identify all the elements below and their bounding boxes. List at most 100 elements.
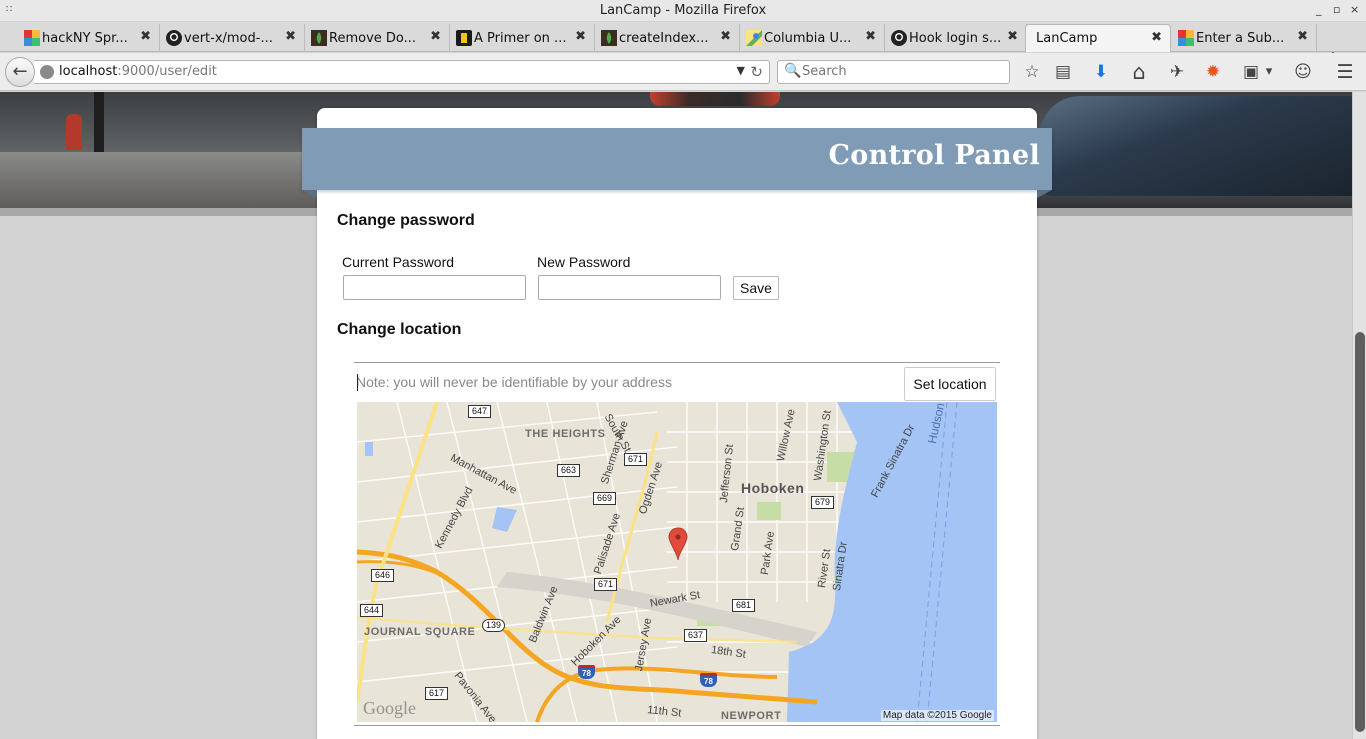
pinwheel-icon (24, 30, 40, 46)
close-window-icon[interactable]: × (1350, 3, 1359, 16)
tab-close-icon[interactable]: ✖ (865, 29, 876, 44)
tab-close-icon[interactable]: ✖ (720, 29, 731, 44)
tab-label: Enter a Sub... (1196, 30, 1285, 46)
github-icon (891, 30, 907, 46)
mongodb-leaf-icon (601, 30, 617, 46)
tab-label: Hook login s... (909, 30, 1002, 46)
route-shield: 637 (684, 629, 708, 642)
search-box[interactable]: 🔍 (777, 60, 1010, 84)
minimize-icon[interactable]: _ (1316, 3, 1322, 16)
tab-hook-login[interactable]: Hook login s... ✖ (885, 24, 1027, 52)
tab-primer[interactable]: A Primer on ... ✖ (450, 24, 595, 52)
emoji-icon[interactable]: ☺ (1293, 62, 1313, 82)
maximize-icon[interactable]: ▫ (1333, 3, 1340, 16)
save-password-button[interactable]: Save (733, 276, 779, 300)
content-layer: Control Panel Change password Current Pa… (0, 92, 1352, 739)
tab-close-icon[interactable]: ✖ (1297, 29, 1308, 44)
tab-close-icon[interactable]: ✖ (285, 29, 296, 44)
home-icon[interactable]: ⌂ (1129, 62, 1149, 83)
search-icon: 🔍 (784, 63, 802, 79)
tab-label: hackNY Spr... (42, 30, 128, 46)
change-location-heading: Change location (337, 321, 462, 338)
menu-icon[interactable]: ☰ (1335, 62, 1355, 82)
change-password-heading: Change password (337, 212, 475, 229)
tab-remove-docs[interactable]: Remove Do... ✖ (305, 24, 450, 52)
route-shield: 139 (482, 619, 506, 632)
ribbon-fold-right (1037, 190, 1052, 198)
mongodb-leaf-icon (311, 30, 327, 46)
tab-lancamp[interactable]: LanCamp ✖ (1025, 24, 1171, 52)
window-title: LanCamp - Mozilla Firefox (599, 3, 767, 18)
tab-label: LanCamp (1036, 31, 1098, 46)
route-shield: 646 (371, 569, 395, 582)
route-shield: 617 (425, 687, 449, 700)
new-password-field[interactable] (538, 275, 721, 300)
control-panel-ribbon: Control Panel (302, 128, 1052, 190)
tab-close-icon[interactable]: ✖ (575, 29, 586, 44)
tab-label: A Primer on ... (474, 30, 567, 46)
scrollbar-thumb[interactable] (1355, 332, 1365, 732)
page-scrollbar[interactable] (1352, 92, 1366, 739)
tab-createindex[interactable]: createIndex... ✖ (595, 24, 740, 52)
tab-label: Remove Do... (329, 30, 417, 46)
route-shield: 671 (594, 578, 618, 591)
tab-close-icon[interactable]: ✖ (430, 29, 441, 44)
tab-hackny[interactable]: hackNY Spr... ✖ (18, 24, 160, 52)
map-label-the-heights: THE HEIGHTS (525, 428, 606, 440)
map-label-newport: NEWPORT (721, 710, 782, 722)
back-button[interactable]: ← (5, 57, 35, 87)
tab-close-icon[interactable]: ✖ (1151, 30, 1162, 45)
pinwheel-icon (1178, 30, 1194, 46)
search-input[interactable] (802, 64, 1002, 79)
bookmarks-list-icon[interactable]: ▤ (1053, 62, 1073, 82)
tab-close-icon[interactable]: ✖ (1007, 29, 1018, 44)
tab-close-icon[interactable]: ✖ (140, 29, 151, 44)
book-icon (456, 30, 472, 46)
tab-strip: hackNY Spr... ✖ vert-x/mod-... ✖ Remove … (0, 22, 1366, 69)
google-maps-icon (746, 30, 762, 46)
url-history-dropdown-icon[interactable]: ▼ (737, 64, 745, 77)
route-shield: 644 (360, 604, 384, 617)
google-logo: Google (363, 698, 416, 718)
route-shield: 671 (624, 453, 648, 466)
interstate-shield: 78 (700, 673, 717, 687)
current-password-field[interactable] (343, 275, 526, 300)
reload-icon[interactable]: ↻ (750, 63, 763, 81)
page-title: Control Panel (828, 140, 1040, 171)
tab-enter-submission[interactable]: Enter a Sub... ✖ (1172, 24, 1317, 52)
tab-vertx[interactable]: vert-x/mod-... ✖ (160, 24, 305, 52)
route-shield: 679 (811, 496, 835, 509)
ribbon-fold-left (302, 190, 317, 198)
map-data-credit: Map data ©2015 Google (880, 710, 994, 721)
map-label-journal-square: JOURNAL SQUARE (364, 626, 476, 638)
downloads-icon[interactable]: ⬇ (1091, 62, 1111, 82)
route-shield: 681 (732, 599, 756, 612)
current-password-label: Current Password (342, 254, 455, 270)
text-caret (357, 374, 358, 391)
url-host: localhost (59, 64, 118, 79)
url-text[interactable]: localhost:9000/user/edit (59, 64, 217, 79)
map-label-hoboken: Hoboken (741, 480, 805, 496)
url-path: :9000/user/edit (117, 64, 217, 79)
route-shield: 647 (468, 405, 492, 418)
bookmark-star-icon[interactable]: ☆ (1022, 62, 1042, 82)
github-icon (166, 30, 182, 46)
tab-label: vert-x/mod-... (184, 30, 273, 46)
site-identity-icon[interactable] (40, 65, 54, 79)
window-titlebar: ∷ LanCamp - Mozilla Firefox _ ▫ × (0, 0, 1366, 22)
send-icon[interactable]: ✈ (1167, 62, 1187, 82)
firebug-icon[interactable]: ✹ (1203, 62, 1223, 82)
route-shield: 663 (557, 464, 581, 477)
set-location-button[interactable]: Set location (904, 367, 996, 401)
screenshot-dropdown-icon[interactable]: ▾ (1263, 62, 1275, 82)
route-shield: 669 (593, 492, 617, 505)
tab-columbia[interactable]: Columbia U... ✖ (740, 24, 885, 52)
interstate-shield: 78 (578, 665, 595, 679)
address-input[interactable] (356, 366, 896, 398)
new-password-label: New Password (537, 254, 631, 270)
url-bar[interactable]: localhost:9000/user/edit ▼ ↻ (34, 60, 770, 84)
location-map[interactable]: THE HEIGHTS Hoboken JOURNAL SQUARE NEWPO… (357, 402, 997, 722)
tab-label: createIndex... (619, 30, 709, 46)
screenshot-icon[interactable]: ▣ (1241, 62, 1261, 82)
navigation-bar: localhost:9000/user/edit ▼ ↻ ← 🔍 ☆ ▤ ⬇ ⌂… (0, 53, 1366, 91)
